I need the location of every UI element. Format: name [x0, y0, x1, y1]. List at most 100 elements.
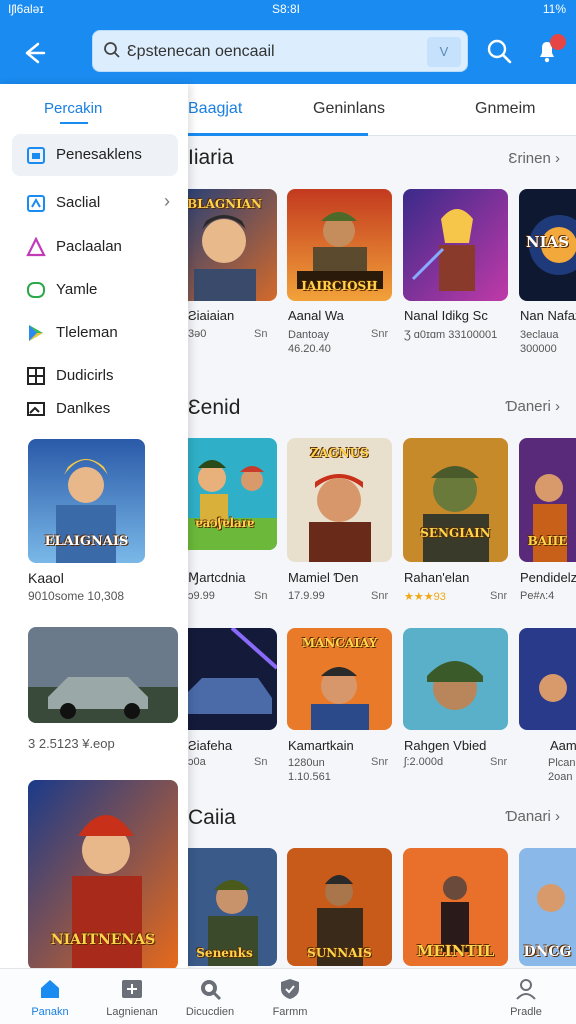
game-art-title: ELAIGNAIS: [44, 534, 129, 549]
game-meta: 1280un 1.10.561: [288, 757, 331, 783]
game-card[interactable]: IAIRCIOSH: [287, 189, 392, 301]
profile-icon: [516, 979, 536, 1000]
game-art: [519, 628, 576, 730]
rating-stars: ★★★93: [404, 591, 446, 603]
nav-label: Lagnienan: [106, 1006, 158, 1018]
game-size: Snr: [371, 328, 389, 340]
status-bar: Iʃl6aləɪ S8:8I 11%: [0, 0, 576, 18]
search-input[interactable]: [127, 39, 427, 65]
game-size: Snr: [490, 756, 508, 768]
game-name: Rahan'elan: [404, 570, 470, 585]
game-size: Snr: [371, 590, 389, 602]
game-art-title: DNCG: [523, 944, 572, 960]
game-name: Mamiel Ɗen: [288, 570, 359, 585]
game-size: Snr: [490, 590, 508, 602]
game-card[interactable]: NIAS: [519, 189, 576, 301]
nav-profile[interactable]: Pradle: [486, 969, 566, 1024]
game-card[interactable]: [403, 189, 508, 301]
voice-search-button[interactable]: V: [427, 37, 461, 67]
game-card[interactable]: MEINTIL: [403, 848, 508, 966]
status-battery: 11%: [542, 2, 566, 16]
drawer-item-yamle[interactable]: Yamle: [12, 269, 178, 311]
featured-game-card[interactable]: ELAIGNAIS: [28, 439, 145, 563]
game-art-title: SUNNAIS: [307, 946, 372, 960]
drawer-item-paclaalan[interactable]: Paclaalan: [12, 226, 178, 268]
game-name: Ɱartcdnia: [188, 570, 246, 585]
game-card[interactable]: BAIIE: [519, 438, 576, 562]
drawer-item-penesaklens[interactable]: Penesaklens: [12, 134, 178, 176]
game-meta: ʃ:2.000d: [404, 756, 444, 768]
drawer-item-label: Yamle: [56, 281, 98, 298]
tab-gnmeim[interactable]: Gnmeim: [475, 100, 535, 118]
game-name: Ƨiafeha: [188, 738, 233, 753]
category-tabs: Baagjat Geninlans Gnmeim: [188, 84, 576, 136]
featured-game-card[interactable]: NIAITNENAS: [28, 780, 178, 969]
more-label: Ɛrinen: [508, 150, 551, 167]
game-name: Nanal Idikg Sc: [404, 308, 488, 323]
chevron-right-icon: ›: [164, 191, 170, 211]
drawer-item-label: Saclial: [56, 194, 101, 211]
home-icon: [41, 980, 59, 998]
nav-security[interactable]: Farmm: [250, 969, 330, 1024]
game-art-title: MANCAIAY: [301, 636, 378, 650]
featured-game-meta: 3 2.5123 ¥.eop: [28, 736, 115, 751]
nav-label: Pradle: [510, 1006, 542, 1018]
bottom-navigation: Panakn Lagnienan Dicucdien Farmm Pradle: [0, 968, 576, 1024]
section-more-link[interactable]: Ɛrinen ›: [508, 150, 560, 167]
drawer-item-tleleman[interactable]: Tleleman: [12, 312, 178, 354]
section-more-link[interactable]: Ɗaneri ›: [505, 398, 560, 415]
search-box[interactable]: V: [92, 30, 468, 72]
drawer-item-label: Penesaklens: [56, 146, 142, 163]
more-label: Ɗaneri: [505, 398, 551, 415]
section-title: Caiia: [188, 806, 236, 829]
game-card[interactable]: DNCG: [519, 848, 576, 966]
game-art: [28, 627, 178, 723]
game-art-title: NIAS: [525, 233, 570, 251]
back-button[interactable]: [18, 38, 48, 68]
image-icon: [27, 402, 45, 416]
drawer-item-label: Paclaalan: [56, 238, 122, 255]
tab-baagjat[interactable]: Baagjat: [188, 100, 242, 118]
notifications-button[interactable]: [532, 34, 566, 66]
chat-icon: [27, 282, 45, 298]
featured-game-meta: 9010some 10,308: [28, 589, 125, 603]
game-art: [403, 438, 508, 562]
game-card[interactable]: ZAGNUS: [287, 438, 392, 562]
featured-game-card[interactable]: [28, 627, 178, 723]
tab-geninlans[interactable]: Geninlans: [313, 100, 385, 118]
grid-icon: [27, 367, 45, 385]
game-meta: ɔ0a: [188, 756, 206, 768]
nav-apps[interactable]: Lagnienan: [92, 969, 172, 1024]
game-meta: 17.9.99: [288, 590, 325, 602]
tab-indicator: [188, 133, 368, 136]
drawer-item-danlkes[interactable]: Danlkes: [12, 388, 178, 430]
game-card[interactable]: MANCAIAY: [287, 628, 392, 730]
search-icon: [487, 39, 512, 64]
section-title: Iiaria: [188, 146, 234, 169]
section-more-link[interactable]: Ɗanari ›: [505, 808, 560, 825]
nav-home[interactable]: Panakn: [10, 969, 90, 1024]
game-name: Nan Nafaz: [520, 308, 576, 323]
side-drawer: Percakin Penesaklens Saclial › Paclaalan…: [0, 84, 188, 969]
game-size: Snr: [371, 756, 389, 768]
game-name: Pendidelz: [520, 570, 576, 585]
search-button[interactable]: [484, 36, 514, 66]
drawer-item-saclial[interactable]: Saclial ›: [12, 182, 178, 224]
game-art-title: ZAGNUS: [310, 446, 369, 460]
game-name: Aam: [550, 738, 576, 753]
nav-search[interactable]: Dicucdien: [170, 969, 250, 1024]
game-card[interactable]: [519, 628, 576, 730]
drawer-item-label: Danlkes: [56, 400, 111, 417]
game-card[interactable]: [403, 628, 508, 730]
apps-icon: [122, 980, 142, 998]
game-art-title: BAIIE: [527, 534, 568, 548]
more-label: Ɗanari: [505, 808, 551, 825]
game-size: Sn: [254, 590, 268, 602]
drawer-item-label: Dudicirls: [56, 367, 114, 384]
game-card[interactable]: SENGIAIN: [403, 438, 508, 562]
game-meta: Dantoay 46.20.40: [288, 329, 331, 355]
game-card[interactable]: SUNNAIS: [287, 848, 392, 966]
game-art: [403, 189, 508, 301]
status-time: S8:8I: [272, 2, 301, 16]
notification-badge: [550, 34, 566, 50]
